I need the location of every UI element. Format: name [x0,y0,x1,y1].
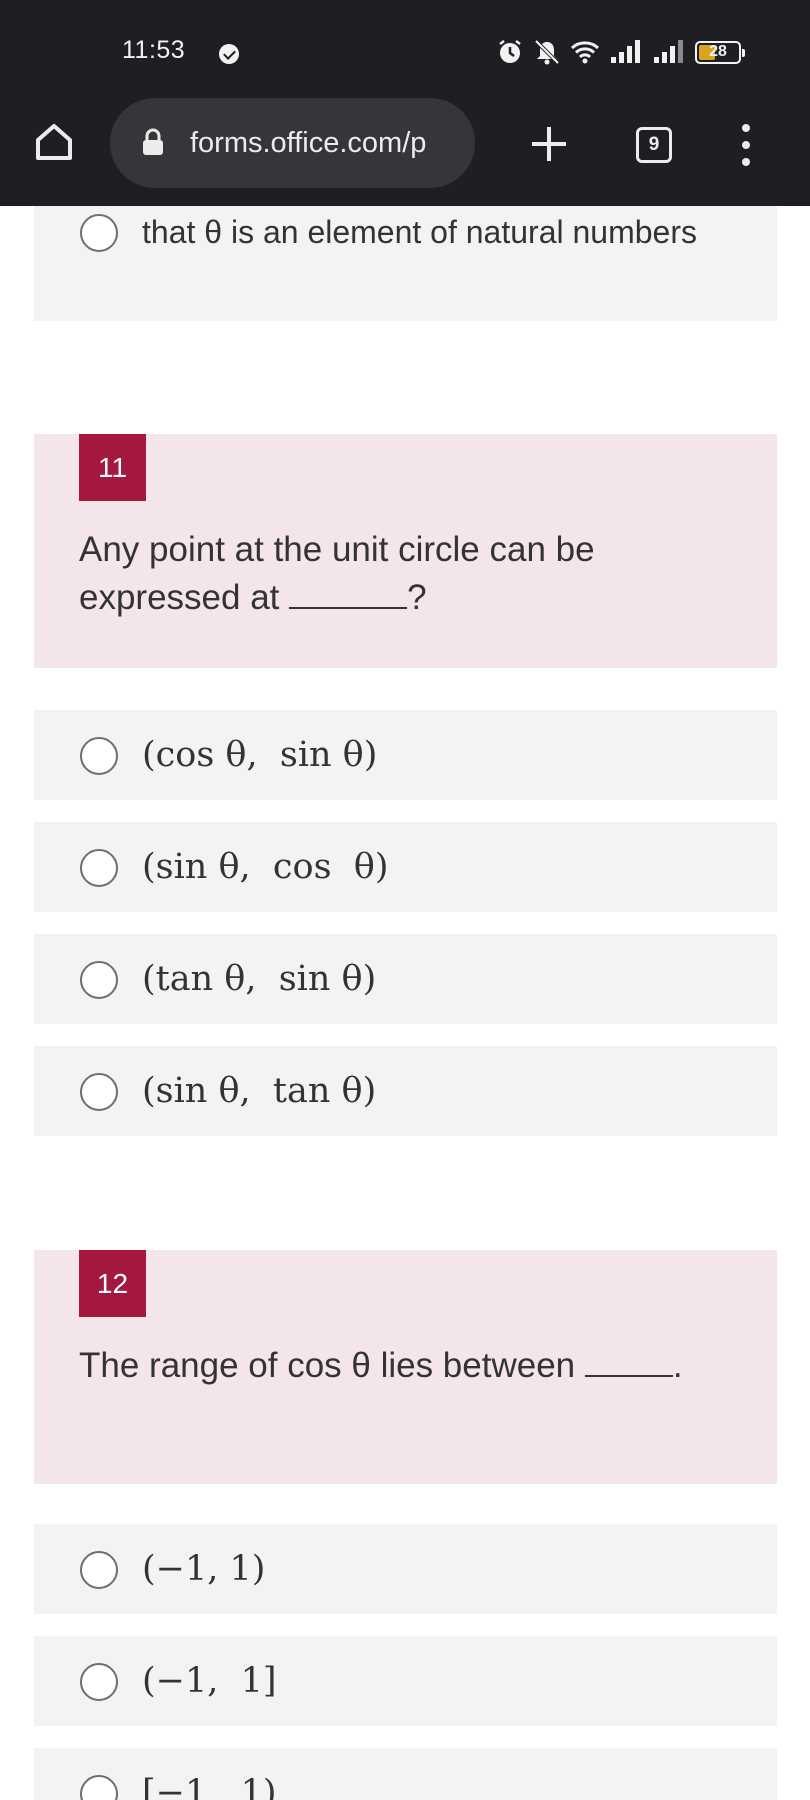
radio-button[interactable] [80,961,118,999]
question-text: Any point at the unit circle can be expr… [79,530,595,617]
option-item[interactable]: (tan θ, sin θ) [34,934,777,1024]
radio-button[interactable] [80,214,118,252]
option-item[interactable]: (cos θ, sin θ) [34,710,777,800]
radio-button[interactable] [80,1073,118,1111]
battery-icon: 28 [695,40,745,64]
wifi-icon [570,39,600,65]
question-number: 11 [79,434,146,501]
alarm-icon [496,38,524,66]
browser-chrome: 11:53 28 forms.office.com/p 9 [0,0,810,206]
tab-switcher-button[interactable]: 9 [636,127,672,163]
home-button[interactable] [30,118,78,166]
option-label: (cos θ, sin θ) [142,735,378,775]
option-item[interactable]: (−1, 1] [34,1636,777,1726]
option-label: [−1, 1) [142,1773,277,1800]
new-tab-button[interactable] [527,122,571,166]
url-text[interactable]: forms.office.com/p [190,127,462,160]
question-number: 12 [79,1250,146,1317]
lock-icon [140,128,166,156]
question-text: The range of cos θ lies between . [79,1346,683,1385]
option-label: (−1, 1] [142,1661,277,1701]
signal-strength-icon-2 [652,39,686,65]
option-label: that θ is an element of natural numbers [142,214,697,250]
radio-button[interactable] [80,737,118,775]
option-label: (−1, 1) [142,1549,266,1589]
plus-icon [532,127,566,161]
status-icons: 28 [496,36,745,68]
option-label: (sin θ, tan θ) [142,1071,377,1111]
status-time: 11:53 [122,36,186,64]
question-card: 11 Any point at the unit circle can be e… [34,434,777,668]
signal-strength-icon [609,39,643,65]
more-options-icon[interactable] [736,124,756,166]
option-label: (tan θ, sin θ) [142,959,377,999]
option-item[interactable]: (sin θ, tan θ) [34,1046,777,1136]
message-notification-icon [219,44,239,64]
radio-button[interactable] [80,1775,118,1800]
option-label: (sin θ, cos θ) [142,847,389,887]
radio-button[interactable] [80,1551,118,1589]
option-item[interactable]: (−1, 1) [34,1524,777,1614]
option-item[interactable]: [−1, 1) [34,1748,777,1800]
option-item[interactable]: that θ is an element of natural numbers [34,206,777,321]
question-card: 12 The range of cos θ lies between . [34,1250,777,1484]
answer-blank [289,579,408,609]
radio-button[interactable] [80,849,118,887]
battery-level: 28 [709,43,727,60]
mute-bell-icon [533,38,561,66]
form-content: that θ is an element of natural numbers … [0,206,810,1800]
home-icon [36,124,72,160]
option-item[interactable]: (sin θ, cos θ) [34,822,777,912]
answer-blank [584,1347,673,1377]
radio-button[interactable] [80,1663,118,1701]
